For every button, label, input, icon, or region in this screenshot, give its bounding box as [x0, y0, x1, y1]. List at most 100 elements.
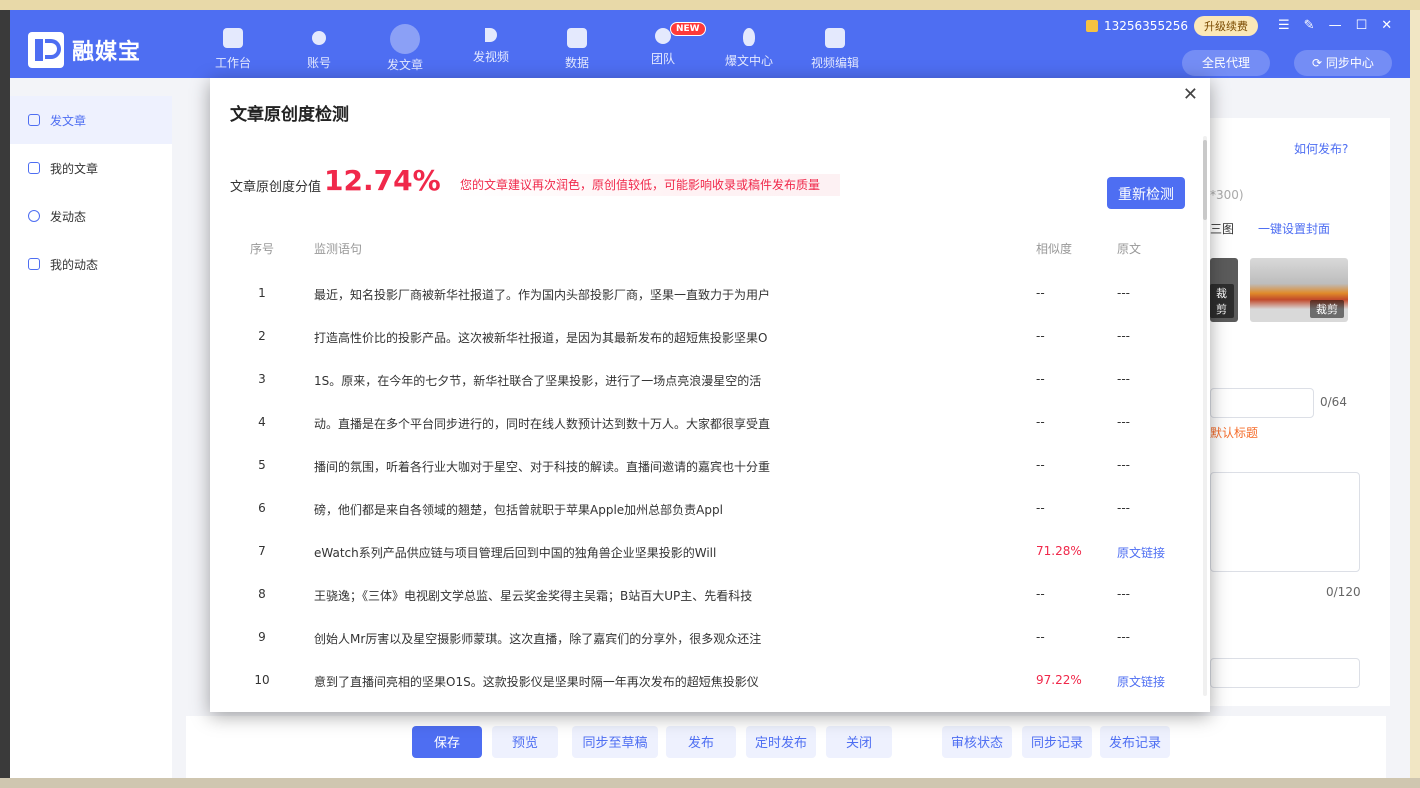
table-row: 6 磅，他们都是来自各领域的翘楚，包括曾就职于苹果Apple加州总部负责Appl… [210, 501, 1210, 521]
desktop-background-bottom [0, 778, 1420, 788]
sync-center-label: 同步中心 [1325, 56, 1374, 70]
row-source: --- [1117, 415, 1130, 429]
sidebar: 发文章 我的文章 发动态 我的动态 [10, 96, 172, 778]
save-button[interactable]: 保存 [412, 726, 482, 758]
vip-icon [1086, 20, 1098, 32]
source-link[interactable]: 原文链接 [1117, 544, 1165, 561]
row-similarity: -- [1036, 630, 1045, 644]
crop-label[interactable]: 裁剪 [1310, 300, 1344, 318]
nav-item-post-article[interactable]: 发文章 [362, 24, 448, 78]
chart-icon [567, 28, 587, 48]
nav-label: 发视频 [472, 50, 509, 64]
row-index: 5 [258, 458, 266, 472]
sidebar-item-label: 我的文章 [50, 161, 99, 176]
desktop-background [0, 0, 1420, 10]
sync-log-button[interactable]: 同步记录 [1022, 726, 1092, 758]
app-name: 融媒宝 [72, 40, 142, 65]
user-phone: 13256355256 [1104, 19, 1188, 33]
sidebar-item-label: 发动态 [50, 209, 87, 224]
cover-thumbnail-1[interactable]: 裁剪 [1210, 258, 1238, 322]
nav-item-workbench[interactable]: 工作台 [190, 28, 276, 78]
upgrade-button[interactable]: 升级续费 [1193, 16, 1258, 36]
row-source: --- [1117, 630, 1130, 644]
sync-draft-button[interactable]: 同步至草稿 [572, 726, 658, 758]
nav-label: 数据 [564, 56, 589, 70]
publish-log-button[interactable]: 发布记录 [1100, 726, 1170, 758]
maximize-icon[interactable]: ☐ [1356, 18, 1368, 33]
desktop-background-left [0, 10, 10, 788]
cover-thumbnail-2[interactable]: 裁剪 [1250, 258, 1348, 322]
table-row: 10 意到了直播间亮相的坚果O1S。这款投影仪是坚果时隔一年再次发布的超短焦投影… [210, 673, 1210, 693]
schedule-publish-button[interactable]: 定时发布 [746, 726, 816, 758]
row-similarity: -- [1036, 587, 1045, 601]
column-header-similarity: 相似度 [1036, 242, 1073, 256]
row-source: --- [1117, 501, 1130, 515]
title-input[interactable] [1210, 388, 1314, 418]
row-sentence: eWatch系列产品供应链与项目管理后回到中国的独角兽企业坚果投影的Will [314, 546, 717, 560]
toolbox-icon [825, 28, 845, 48]
feedback-icon[interactable]: ✎ [1304, 18, 1315, 33]
row-similarity: -- [1036, 286, 1045, 300]
preview-button[interactable]: 预览 [492, 726, 558, 758]
row-sentence: 播间的氛围，听着各行业大咖对于星空、对于科技的解读。直播间邀请的嘉宾也十分重 [314, 460, 771, 474]
close-icon[interactable]: ✕ [1183, 84, 1198, 105]
nav-item-hot-articles[interactable]: 爆文中心 [706, 28, 792, 78]
app-logo: 融媒宝 [28, 32, 141, 68]
video-icon [485, 28, 497, 42]
crop-label[interactable]: 裁剪 [1210, 284, 1234, 318]
dialog-scrollbar-track[interactable] [1203, 136, 1207, 696]
row-index: 9 [258, 630, 266, 644]
recheck-button[interactable]: 重新检测 [1107, 177, 1185, 209]
score-warning: 您的文章建议再次润色，原创值较低，可能影响收录或稿件发布质量 [456, 174, 840, 196]
nav-item-data[interactable]: 数据 [534, 28, 620, 78]
extra-input[interactable] [1210, 658, 1360, 688]
close-window-icon[interactable]: ✕ [1381, 18, 1392, 33]
team-icon [655, 28, 671, 44]
set-cover-link[interactable]: 一键设置封面 [1258, 220, 1330, 237]
minimize-icon[interactable]: — [1329, 18, 1342, 33]
row-sentence: 动。直播是在多个平台同步进行的，同时在线人数预计达到数十万人。大家都很享受直 [314, 417, 771, 431]
row-similarity: 97.22% [1036, 673, 1082, 687]
sidebar-item-post-moment[interactable]: 发动态 [10, 192, 172, 240]
monitor-icon [223, 28, 243, 48]
table-row: 1 最近，知名投影厂商被新华社报道了。作为国内头部投影厂商，坚果一直致力于为用户… [210, 286, 1210, 306]
send-icon [28, 114, 40, 126]
row-source: --- [1117, 329, 1130, 343]
nav-item-post-video[interactable]: 发视频 [448, 28, 534, 78]
table-row: 2 打造高性价比的投影产品。这次被新华社报道，是因为其最新发布的超短焦投影坚果O… [210, 329, 1210, 349]
summary-counter: 0/120 [1326, 585, 1361, 599]
agent-button[interactable]: 全民代理 [1182, 50, 1270, 76]
row-index: 6 [258, 501, 266, 515]
menu-icon[interactable]: ☰ [1278, 18, 1290, 33]
bottom-toolbar: 保存 预览 同步至草稿 发布 定时发布 关闭 审核状态 同步记录 发布记录 [186, 716, 1386, 778]
summary-input[interactable] [1210, 472, 1360, 572]
how-to-publish-link[interactable]: 如何发布? [1294, 140, 1348, 157]
column-header-source: 原文 [1117, 242, 1142, 256]
row-sentence: 创始人Mr厉害以及星空摄影师蒙琪。这次直播，除了嘉宾们的分享外，很多观众还注 [314, 632, 762, 646]
nav-label: 爆文中心 [724, 54, 773, 68]
default-title-link[interactable]: 默认标题 [1210, 424, 1258, 441]
nav-item-video-edit[interactable]: 视频编辑 [792, 28, 878, 78]
compass-icon [390, 24, 420, 54]
review-status-button[interactable]: 审核状态 [942, 726, 1012, 758]
source-link[interactable]: 原文链接 [1117, 673, 1165, 690]
sidebar-item-my-articles[interactable]: 我的文章 [10, 144, 172, 192]
publish-button[interactable]: 发布 [666, 726, 736, 758]
close-button[interactable]: 关闭 [826, 726, 892, 758]
row-similarity: -- [1036, 372, 1045, 386]
row-sentence: 磅，他们都是来自各领域的翘楚，包括曾就职于苹果Apple加州总部负责Appl [314, 503, 723, 517]
three-image-option[interactable]: 三图 [1210, 220, 1234, 237]
row-index: 7 [258, 544, 266, 558]
dialog-scrollbar-thumb[interactable] [1203, 140, 1207, 220]
row-index: 3 [258, 372, 266, 386]
flame-icon [743, 28, 755, 46]
originality-score: 12.74% [324, 164, 441, 197]
sidebar-item-post-article[interactable]: 发文章 [10, 96, 172, 144]
table-row: 9 创始人Mr厉害以及星空摄影师蒙琪。这次直播，除了嘉宾们的分享外，很多观众还注… [210, 630, 1210, 650]
row-similarity: 71.28% [1036, 544, 1082, 558]
sync-center-button[interactable]: ⟳ 同步中心 [1294, 50, 1392, 76]
sidebar-item-my-moments[interactable]: 我的动态 [10, 240, 172, 288]
nav-item-account[interactable]: 账号 [276, 28, 362, 78]
logo-mark [28, 32, 64, 68]
originality-check-dialog: 文章原创度检测 ✕ 文章原创度分值 12.74% 您的文章建议再次润色，原创值较… [210, 78, 1210, 712]
